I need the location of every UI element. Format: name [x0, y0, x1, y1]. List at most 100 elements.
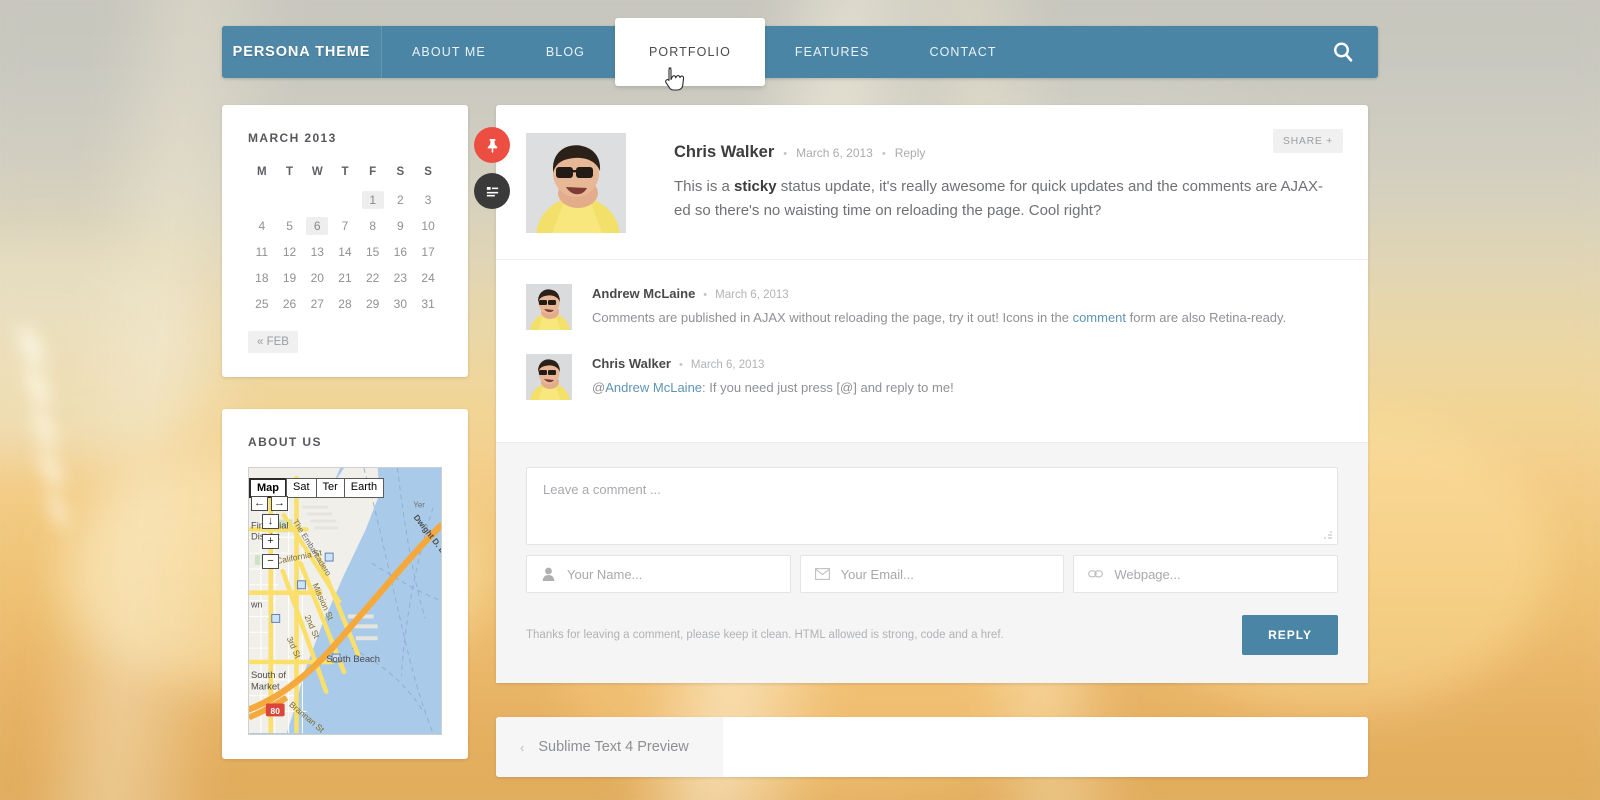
post-reply-link[interactable]: Reply: [895, 146, 926, 160]
post-text-before: This is a: [674, 178, 735, 195]
map-pan-down-button[interactable]: ↓: [262, 514, 279, 529]
calendar-day-label: 29: [365, 297, 380, 311]
comment-inline-link[interactable]: comment: [1073, 310, 1126, 325]
svg-text:South of: South of: [251, 669, 286, 680]
calendar-day: 22: [359, 265, 387, 291]
pager-spacer: [722, 717, 1368, 777]
calendar-day-label: 13: [310, 245, 324, 259]
avatar-image: [526, 354, 572, 400]
comment-text-part: @: [592, 380, 606, 395]
map-embed[interactable]: 80 Financial District wn South of Market…: [248, 467, 442, 735]
calendar-day: 15: [359, 239, 387, 265]
nav-item-blog[interactable]: BLOG: [516, 26, 615, 78]
calendar-day-label: 22: [365, 271, 380, 285]
comment-textarea[interactable]: Leave a comment ...: [526, 467, 1338, 545]
comment-avatar: [526, 284, 572, 330]
calendar-day: 11: [248, 239, 276, 265]
calendar-day: 14: [331, 239, 359, 265]
nav-item-about-me[interactable]: ABOUT ME: [382, 26, 516, 78]
calendar-day-label: 26: [282, 297, 297, 311]
calendar-day-label[interactable]: 1: [361, 191, 384, 209]
share-button[interactable]: SHARE +: [1272, 129, 1343, 153]
calendar-day: [303, 187, 331, 213]
sidebar: MARCH 2013 M T W T F S S 1 2 3 4 5 6 7 8…: [222, 105, 468, 791]
map-zoom-out-button[interactable]: −: [262, 554, 279, 569]
calendar-day-label: 23: [393, 271, 408, 285]
chevron-left-icon: ‹: [520, 739, 525, 755]
calendar-day-label: 17: [421, 245, 435, 259]
calendar-day: 29: [359, 291, 387, 317]
post-text: This is a sticky status update, it's rea…: [674, 175, 1338, 222]
comment-item: Andrew McLaine • March 6, 2013 Comments …: [526, 284, 1338, 330]
calendar-day-label: 28: [338, 297, 352, 311]
calendar-day-label: 4: [258, 219, 266, 233]
calendar-weekday: T: [341, 166, 349, 178]
calendar-day: 9: [387, 213, 415, 239]
calendar-day-label: 21: [338, 271, 352, 285]
main-content: SHARE + Chris Walker • March 6, 2013 • R…: [474, 105, 1368, 777]
comments-list: Andrew McLaine • March 6, 2013 Comments …: [496, 259, 1368, 442]
webpage-placeholder: Webpage...: [1114, 566, 1181, 582]
calendar-day-label: [279, 200, 301, 204]
map-type-ter[interactable]: Ter: [315, 478, 345, 498]
calendar-day-label: 27: [310, 297, 324, 311]
webpage-field[interactable]: Webpage...: [1073, 555, 1339, 593]
list-icon: [486, 186, 498, 196]
calendar-day: 24: [414, 265, 442, 291]
post-row: Chris Walker • March 6, 2013 • Reply Thi…: [526, 133, 1338, 233]
calendar-day: 3: [414, 187, 442, 213]
comment-meta: Andrew McLaine • March 6, 2013: [592, 286, 1338, 301]
calendar-day: 8: [359, 213, 387, 239]
calendar-day: 28: [331, 291, 359, 317]
comment-textarea-placeholder: Leave a comment ...: [543, 482, 661, 497]
comment-text-part: form are also Retina-ready.: [1126, 310, 1287, 325]
textarea-resize-handle[interactable]: [1324, 531, 1333, 540]
calendar-day: 18: [248, 265, 276, 291]
map-zoom-in-button[interactable]: +: [262, 534, 279, 549]
calendar-weekday: T: [286, 166, 294, 178]
map-type-switcher: Map Sat Ter Earth: [249, 478, 385, 498]
avatar-image: [526, 284, 572, 330]
name-field[interactable]: Your Name...: [526, 555, 791, 593]
calendar-day: 20: [303, 265, 331, 291]
link-icon: [1088, 567, 1104, 582]
comment-text: Comments are published in AJAX without r…: [592, 308, 1338, 328]
calendar-week: 4 5 6 7 8 9 10: [248, 213, 442, 239]
calendar-day-label: [334, 200, 356, 204]
calendar-day: 7: [331, 213, 359, 239]
calendar-day: 10: [414, 213, 442, 239]
map-type-map[interactable]: Map: [249, 478, 287, 498]
calendar-day-label: 31: [421, 297, 435, 311]
calendar-day: [331, 187, 359, 213]
map-type-sat[interactable]: Sat: [286, 478, 317, 498]
list-badge[interactable]: [474, 173, 510, 209]
search-button[interactable]: [1308, 26, 1378, 78]
submit-reply-button[interactable]: REPLY: [1242, 615, 1338, 655]
calendar-prev-month-button[interactable]: « FEB: [248, 331, 298, 353]
calendar-day: 2: [387, 187, 415, 213]
comment-author: Andrew McLaine: [592, 286, 696, 301]
calendar-day-label: 25: [255, 297, 269, 311]
map-pan-right-button[interactable]: →: [271, 496, 288, 511]
comment-mention-link[interactable]: Andrew McLaine: [605, 380, 702, 395]
email-field[interactable]: Your Email...: [799, 555, 1065, 593]
calendar-weekday: W: [311, 166, 323, 178]
calendar-day-label[interactable]: 6: [306, 217, 329, 235]
pin-icon: [487, 138, 497, 153]
pin-badge[interactable]: [474, 127, 510, 163]
comment-item: Chris Walker • March 6, 2013 @Andrew McL…: [526, 354, 1338, 400]
nav-item-features[interactable]: FEATURES: [765, 26, 900, 78]
svg-text:Market: Market: [251, 681, 280, 692]
about-us-title: ABOUT US: [248, 435, 322, 449]
calendar-day: 13: [303, 239, 331, 265]
brand-logo[interactable]: PERSONA THEME: [222, 26, 382, 78]
nav-item-contact[interactable]: CONTACT: [899, 26, 1026, 78]
calendar-body: 1 2 3 4 5 6 7 8 9 10 11 12 13 14 15 16 1…: [248, 187, 442, 317]
previous-post-link[interactable]: ‹ Sublime Text 4 Preview: [496, 717, 723, 777]
nav-item-portfolio[interactable]: PORTFOLIO: [615, 18, 765, 86]
post-card: SHARE + Chris Walker • March 6, 2013 • R…: [474, 105, 1368, 683]
calendar-day-label: 3: [424, 193, 432, 207]
map-type-earth[interactable]: Earth: [343, 478, 385, 498]
map-pan-left-button[interactable]: ←: [251, 496, 268, 511]
calendar-widget: MARCH 2013 M T W T F S S 1 2 3 4 5 6 7 8…: [222, 105, 468, 377]
